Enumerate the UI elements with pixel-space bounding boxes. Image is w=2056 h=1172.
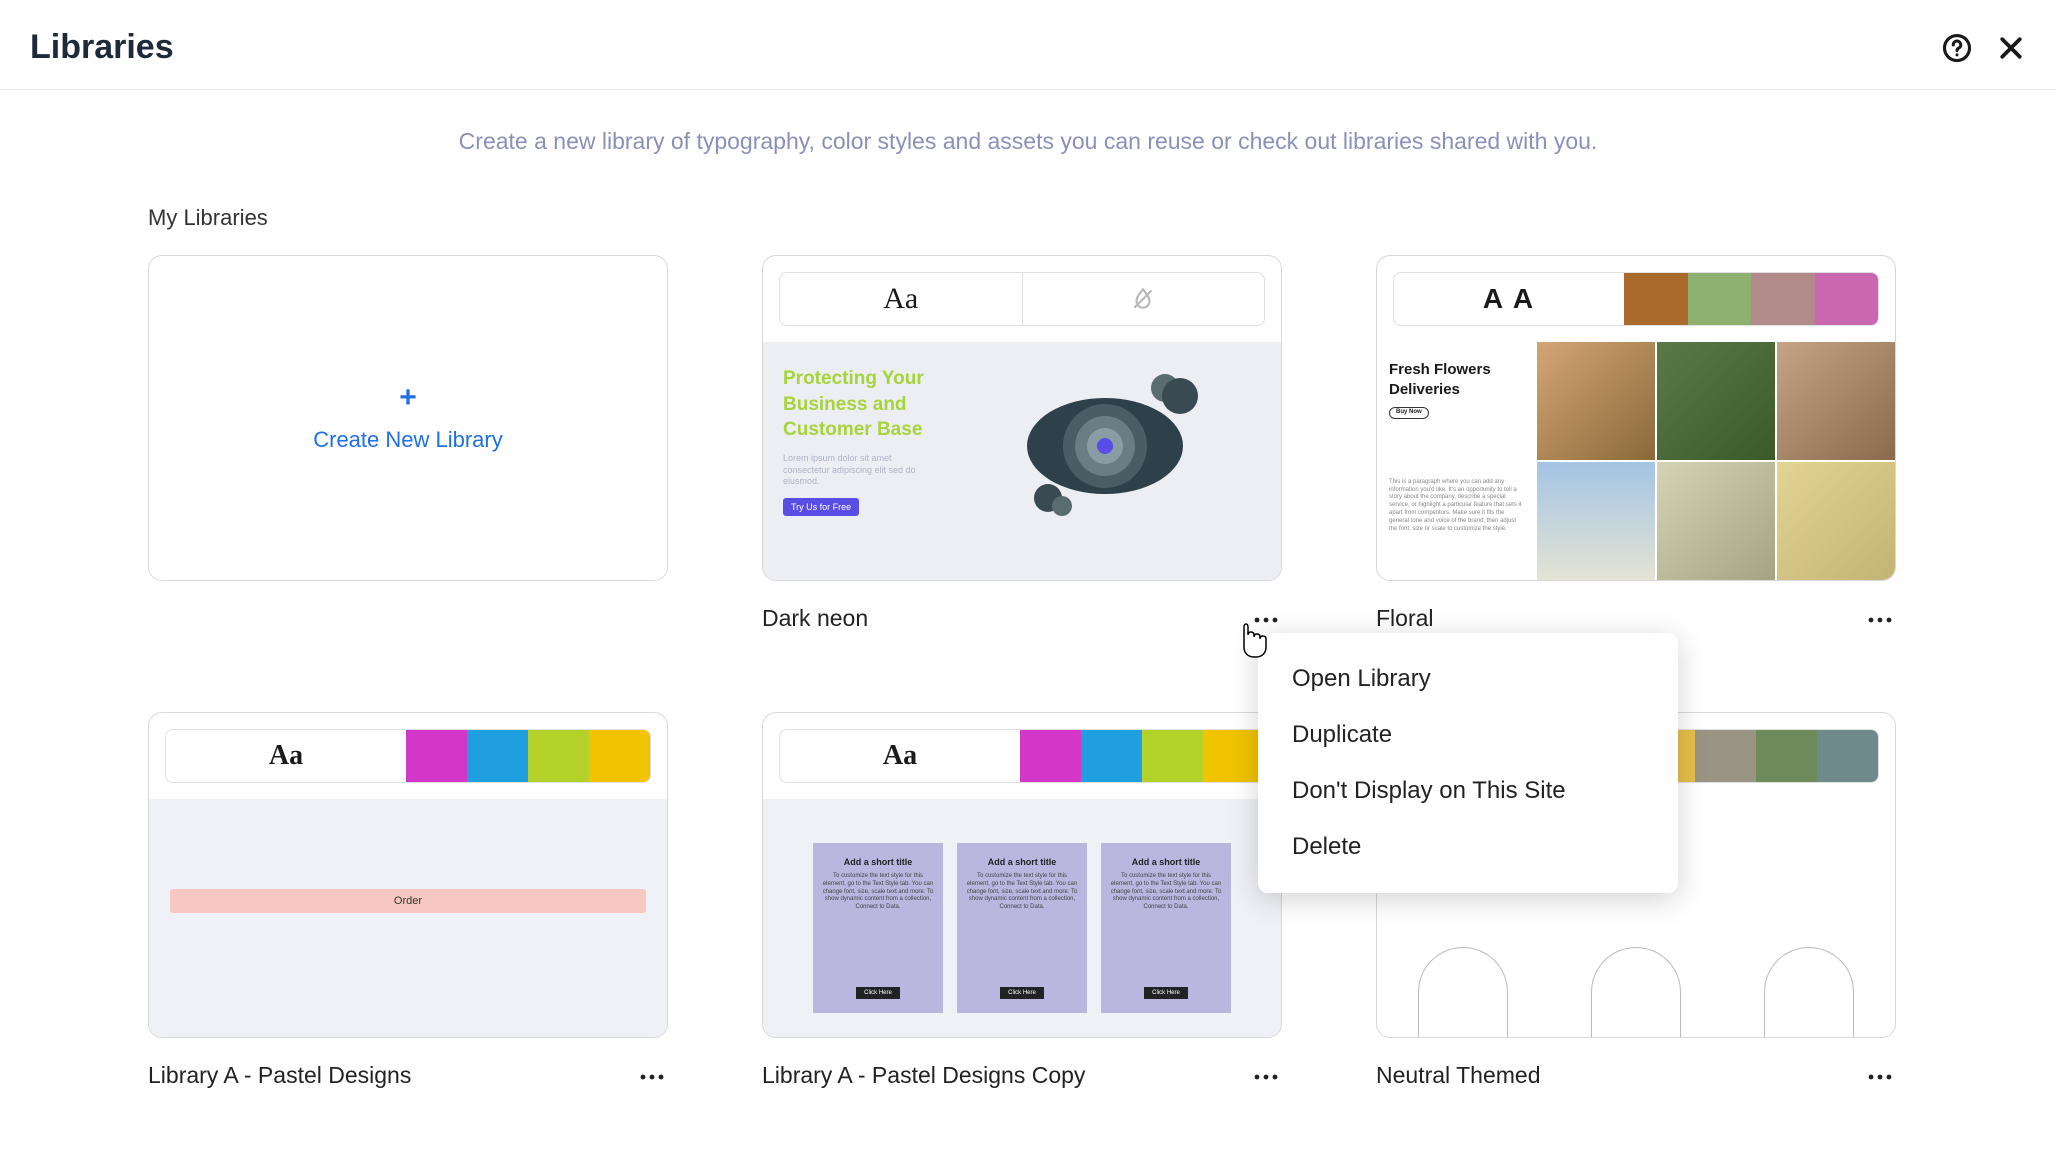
color-swatch [1688, 273, 1752, 325]
hero-subtext: Lorem ipsum dolor sit amet consectetur a… [783, 453, 933, 488]
card-title: Add a short title [1132, 857, 1201, 867]
hero-text: Customer Base [783, 419, 922, 440]
color-swatch [1142, 730, 1203, 782]
eye-illustration [949, 366, 1261, 516]
hero-text: Fresh Flowers Deliveries [1389, 360, 1525, 399]
color-swatch [1815, 273, 1879, 325]
library-card-floral: A A Fresh Flowers Deliveries Buy Now Thi… [1376, 255, 1896, 632]
color-swatch [1203, 730, 1264, 782]
more-options-button[interactable] [1250, 606, 1282, 632]
color-swatch [528, 730, 589, 782]
color-swatch [467, 730, 528, 782]
color-swatch [406, 730, 467, 782]
color-swatch [1817, 730, 1878, 782]
color-swatch [1020, 730, 1081, 782]
color-swatch [1624, 273, 1688, 325]
close-icon[interactable] [1996, 33, 2026, 63]
hero-text: Protecting Your [783, 368, 924, 389]
color-palette [406, 730, 650, 782]
color-swatch [1751, 273, 1815, 325]
no-color-icon [1023, 273, 1265, 325]
hero-text: Business and [783, 394, 907, 415]
menu-dont-display[interactable]: Don't Display on This Site [1258, 763, 1678, 819]
library-title: Library A - Pastel Designs Copy [762, 1062, 1085, 1089]
card-title: Add a short title [988, 857, 1057, 867]
card-btn: Click Here [1000, 987, 1044, 999]
card-btn: Click Here [1144, 987, 1188, 999]
context-menu: Open Library Duplicate Don't Display on … [1258, 633, 1678, 893]
image-grid [1537, 342, 1895, 580]
color-swatch [1695, 730, 1756, 782]
typography-sample: Aa [780, 730, 1020, 782]
create-library-label: Create New Library [313, 427, 503, 453]
typography-sample: A A [1394, 273, 1624, 325]
modal-header: Libraries [0, 0, 2056, 90]
library-card-dark-neon: Aa Protecting Your Business and Customer B… [762, 255, 1282, 632]
more-options-button[interactable] [1864, 1063, 1896, 1089]
card-desc: To customize the text style for this ele… [965, 873, 1079, 912]
menu-delete[interactable]: Delete [1258, 819, 1678, 875]
plus-icon: + [399, 383, 417, 413]
section-label: My Libraries [148, 205, 1908, 231]
color-swatch [1756, 730, 1817, 782]
body-text: This is a paragraph where you can add an… [1389, 479, 1525, 534]
library-title: Library A - Pastel Designs [148, 1062, 411, 1089]
library-title: Floral [1376, 605, 1434, 632]
more-options-button[interactable] [1250, 1063, 1282, 1089]
order-button: Order [170, 889, 647, 913]
create-library-card[interactable]: + Create New Library [148, 255, 668, 632]
color-palette [1624, 273, 1878, 325]
cta-button: Try Us for Free [783, 498, 859, 516]
library-title: Dark neon [762, 605, 868, 632]
color-palette [1020, 730, 1264, 782]
header-actions [1942, 33, 2026, 63]
subtitle: Create a new library of typography, colo… [0, 90, 2056, 205]
page-title: Libraries [30, 28, 174, 67]
library-title: Neutral Themed [1376, 1062, 1541, 1089]
cta-button: Buy Now [1389, 407, 1429, 419]
library-grid: + Create New Library Aa Protecting Your B… [148, 255, 1908, 1089]
library-thumb[interactable]: Aa Order [148, 712, 668, 1038]
library-card-library-a-copy: Aa Add a short title To customize the tex… [762, 712, 1282, 1089]
library-card-library-a: Aa Order Library A - Pastel Designs [148, 712, 668, 1089]
color-swatch [1081, 730, 1142, 782]
more-options-button[interactable] [636, 1063, 668, 1089]
typography-sample: Aa [780, 273, 1022, 325]
help-icon[interactable] [1942, 33, 1972, 63]
library-thumb[interactable]: Aa Protecting Your Business and Customer B… [762, 255, 1282, 581]
menu-duplicate[interactable]: Duplicate [1258, 707, 1678, 763]
card-title: Add a short title [844, 857, 913, 867]
color-swatch [589, 730, 650, 782]
typography-sample: Aa [166, 730, 406, 782]
library-thumb[interactable]: A A Fresh Flowers Deliveries Buy Now Thi… [1376, 255, 1896, 581]
card-btn: Click Here [856, 987, 900, 999]
library-thumb[interactable]: Aa Add a short title To customize the tex… [762, 712, 1282, 1038]
menu-open-library[interactable]: Open Library [1258, 651, 1678, 707]
card-desc: To customize the text style for this ele… [821, 873, 935, 912]
card-desc: To customize the text style for this ele… [1109, 873, 1223, 912]
more-options-button[interactable] [1864, 606, 1896, 632]
